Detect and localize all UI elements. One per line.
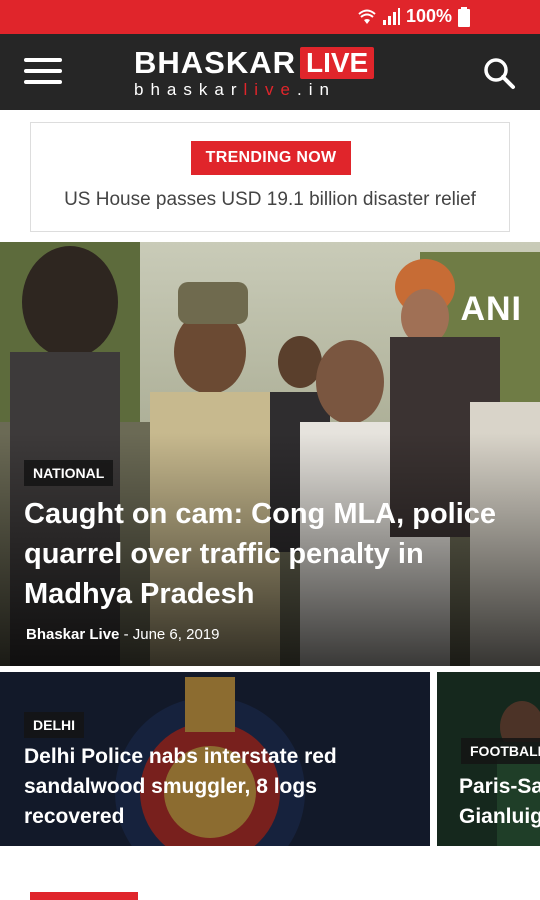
app-header: BHASKAR LIVE bhaskarlive.in <box>0 34 540 110</box>
category-badge-national[interactable]: NATIONAL <box>24 460 114 486</box>
menu-icon[interactable] <box>24 58 62 86</box>
news-card-title-football[interactable]: Paris-Sa Gianluig <box>459 772 540 832</box>
logo-url-part-2: live <box>243 80 297 99</box>
signal-icon <box>382 7 400 26</box>
hero-meta: Bhaskar Live - June 6, 2019 <box>26 626 219 643</box>
logo-brand-text: BHASKAR <box>134 45 296 80</box>
logo-url: bhaskarlive.in <box>134 80 410 100</box>
category-badge-football[interactable]: FOOTBALL <box>461 738 540 764</box>
battery-icon <box>458 6 470 27</box>
status-indicators: 100% <box>358 6 470 27</box>
meta-separator: - <box>123 626 129 643</box>
status-bar: 100% <box>0 0 540 34</box>
battery-percentage: 100% <box>405 6 452 26</box>
hero-title[interactable]: Caught on cam: Cong MLA, police quarrel … <box>24 494 524 614</box>
news-card-delhi[interactable]: DELHI Delhi Police nabs interstate red s… <box>0 672 430 846</box>
wifi-icon <box>358 8 376 26</box>
trending-ticker[interactable]: TRENDING NOW US House passes USD 19.1 bi… <box>30 122 510 232</box>
search-icon[interactable] <box>482 56 516 90</box>
trending-headline[interactable]: US House passes USD 19.1 billion disaste… <box>31 189 509 211</box>
publish-date: June 6, 2019 <box>132 626 220 643</box>
ani-watermark: ANI <box>460 290 522 328</box>
logo-live-text: LIVE <box>300 47 375 79</box>
author-name[interactable]: Bhaskar Live <box>26 626 119 643</box>
logo-url-part-1: bhaskar <box>134 80 244 99</box>
logo-url-part-3: .in <box>297 80 336 99</box>
trending-label: TRENDING NOW <box>191 141 351 175</box>
news-card-title-delhi[interactable]: Delhi Police nabs interstate red sandalw… <box>24 742 404 832</box>
site-logo[interactable]: BHASKAR LIVE bhaskarlive.in <box>134 46 410 102</box>
category-badge-delhi[interactable]: DELHI <box>24 712 84 738</box>
section-header-accent <box>30 892 138 900</box>
news-card-football[interactable]: FOOTBALL Paris-Sa Gianluig <box>437 672 540 846</box>
